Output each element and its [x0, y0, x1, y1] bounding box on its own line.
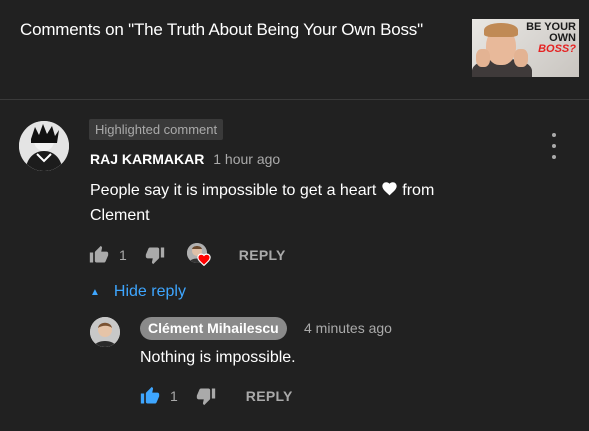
comment-text: People say it is impossible to get a hea… — [90, 182, 435, 224]
dislike-icon[interactable] — [145, 245, 165, 265]
hide-reply-button[interactable]: ▲ Hide reply — [90, 282, 186, 302]
comment-author[interactable]: RAJ KARMAKAR — [90, 151, 204, 167]
reply-author-avatar[interactable] — [90, 317, 120, 347]
creator-heart-icon — [186, 243, 211, 267]
more-vert-icon[interactable] — [545, 133, 563, 159]
highlighted-comment-badge: Highlighted comment — [89, 119, 224, 140]
comment-time[interactable]: 1 hour ago — [213, 151, 280, 167]
reply-author[interactable]: Clément Mihailescu — [140, 317, 287, 340]
comments-header: Comments on "The Truth About Being Your … — [0, 0, 589, 100]
reply-actions: 1 REPLY — [140, 386, 293, 406]
like-count: 1 — [119, 247, 127, 263]
reply-text: Nothing is impossible. — [140, 349, 296, 366]
dislike-icon[interactable] — [196, 386, 216, 406]
reply-like-count: 1 — [170, 388, 178, 404]
reply-button[interactable]: REPLY — [239, 247, 286, 263]
header-title: Comments on "The Truth About Being Your … — [20, 20, 423, 39]
thumbnail-text: BE YOUR OWN BOSS? — [526, 21, 576, 55]
hide-reply-label: Hide reply — [113, 283, 186, 300]
like-icon[interactable] — [89, 245, 109, 265]
comment-author-line: RAJ KARMAKAR 1 hour ago — [90, 151, 280, 167]
reply-button[interactable]: REPLY — [246, 388, 293, 404]
comment-actions: 1 REPLY — [89, 243, 286, 267]
reply-time[interactable]: 4 minutes ago — [304, 320, 392, 336]
video-thumbnail[interactable]: BE YOUR OWN BOSS? — [472, 19, 579, 77]
like-icon[interactable] — [140, 386, 160, 406]
heart-icon — [382, 182, 397, 196]
commenter-avatar[interactable] — [19, 121, 69, 171]
chevron-up-icon: ▲ — [90, 286, 100, 298]
